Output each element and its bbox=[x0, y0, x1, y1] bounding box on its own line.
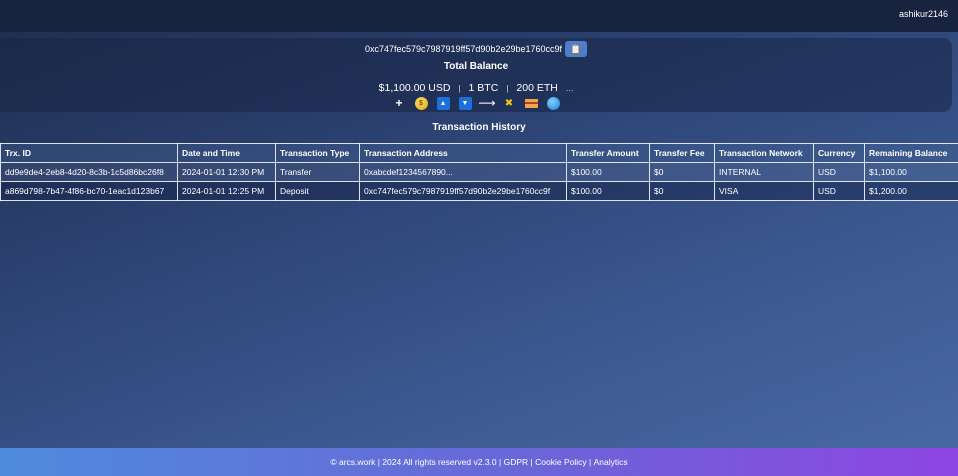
table-header-row: Trx. ID Date and Time Transaction Type T… bbox=[0, 143, 958, 163]
footer-link-gdpr[interactable]: GDPR bbox=[504, 457, 529, 467]
wallet-address-row: 0xc747fec579c7987919ff57d90b2e29be1760cc… bbox=[0, 41, 952, 57]
add-icon[interactable]: + bbox=[393, 96, 406, 110]
cell-address: 0xc747fec579c7987919ff57d90b2e29be1760cc… bbox=[359, 181, 567, 201]
exchange-icon[interactable]: ✖ bbox=[503, 97, 516, 110]
cell-fee: $0 bbox=[649, 181, 715, 201]
column-header-network: Transaction Network bbox=[714, 143, 814, 163]
column-header-fee: Transfer Fee bbox=[649, 143, 715, 163]
wallet-card: 0xc747fec579c7987919ff57d90b2e29be1760cc… bbox=[0, 38, 952, 112]
balance-btc: 1 BTC bbox=[468, 82, 499, 94]
column-header-type: Transaction Type bbox=[275, 143, 360, 163]
footer-link-analytics[interactable]: Analytics bbox=[594, 457, 628, 467]
download-icon[interactable]: ▼ bbox=[458, 96, 472, 110]
clipboard-icon: 📋 bbox=[570, 43, 582, 54]
cell-trx-id: dd9e9de4-2eb8-4d20-8c3b-1c5d86bc26f8 bbox=[0, 162, 178, 182]
cell-currency: USD bbox=[813, 181, 865, 201]
footer-separator: | bbox=[530, 457, 533, 467]
cell-network: INTERNAL bbox=[714, 162, 814, 182]
cell-trx-id: a869d798-7b47-4f86-bc70-1eac1d123b67 bbox=[0, 181, 178, 201]
footer: © arcs.work | 2024 All rights reserved v… bbox=[0, 448, 958, 476]
wallet-actions: + $ ▲ ▼ ⟶ ✖ bbox=[0, 96, 952, 110]
balances-row: $1,100.00 USD | 1 BTC | 200 ETH ... bbox=[0, 82, 952, 94]
cell-remaining-balance: $1,200.00 bbox=[864, 181, 958, 201]
table-row[interactable]: dd9e9de4-2eb8-4d20-8c3b-1c5d86bc26f8 202… bbox=[0, 162, 958, 182]
column-header-address: Transaction Address bbox=[359, 143, 567, 163]
footer-copyright: © arcs.work | 2024 All rights reserved v… bbox=[330, 457, 502, 467]
balance-separator: | bbox=[506, 84, 509, 93]
column-header-date-time: Date and Time bbox=[177, 143, 276, 163]
column-header-remaining-balance: Remaining Balance bbox=[864, 143, 958, 163]
cell-fee: $0 bbox=[649, 162, 715, 182]
transaction-table: Trx. ID Date and Time Transaction Type T… bbox=[0, 143, 958, 201]
total-balance-title: Total Balance bbox=[443, 61, 509, 72]
money-bag-icon[interactable]: $ bbox=[414, 96, 428, 110]
top-navbar: ashikur2146 bbox=[0, 0, 958, 32]
wallet-address: 0xc747fec579c7987919ff57d90b2e29be1760cc… bbox=[364, 44, 562, 54]
copy-address-button[interactable]: 📋 bbox=[565, 41, 587, 57]
balance-separator: | bbox=[458, 84, 461, 93]
credit-card-icon[interactable] bbox=[524, 98, 538, 108]
more-balances-button[interactable]: ... bbox=[566, 83, 574, 93]
column-header-trx-id: Trx. ID bbox=[0, 143, 178, 163]
cell-remaining-balance: $1,100.00 bbox=[864, 162, 958, 182]
column-header-currency: Currency bbox=[813, 143, 865, 163]
footer-link-cookie-policy[interactable]: Cookie Policy bbox=[535, 457, 587, 467]
cell-network: VISA bbox=[714, 181, 814, 201]
column-header-amount: Transfer Amount bbox=[566, 143, 650, 163]
cell-type: Deposit bbox=[275, 181, 360, 201]
cell-amount: $100.00 bbox=[566, 181, 650, 201]
transaction-history-title: Transaction History bbox=[432, 122, 526, 133]
transfer-arrow-icon[interactable]: ⟶ bbox=[478, 96, 495, 110]
globe-icon[interactable] bbox=[546, 96, 560, 110]
cell-address: 0xabcdef1234567890... bbox=[359, 162, 567, 182]
balance-usd: $1,100.00 USD bbox=[378, 82, 451, 94]
cell-amount: $100.00 bbox=[566, 162, 650, 182]
balance-eth: 200 ETH bbox=[516, 82, 558, 94]
table-row[interactable]: a869d798-7b47-4f86-bc70-1eac1d123b67 202… bbox=[0, 181, 958, 201]
cell-date-time: 2024-01-01 12:30 PM bbox=[177, 162, 276, 182]
username-link[interactable]: ashikur2146 bbox=[899, 9, 948, 19]
upload-icon[interactable]: ▲ bbox=[436, 96, 450, 110]
cell-type: Transfer bbox=[275, 162, 360, 182]
cell-currency: USD bbox=[813, 162, 865, 182]
cell-date-time: 2024-01-01 12:25 PM bbox=[177, 181, 276, 201]
footer-separator: | bbox=[589, 457, 592, 467]
